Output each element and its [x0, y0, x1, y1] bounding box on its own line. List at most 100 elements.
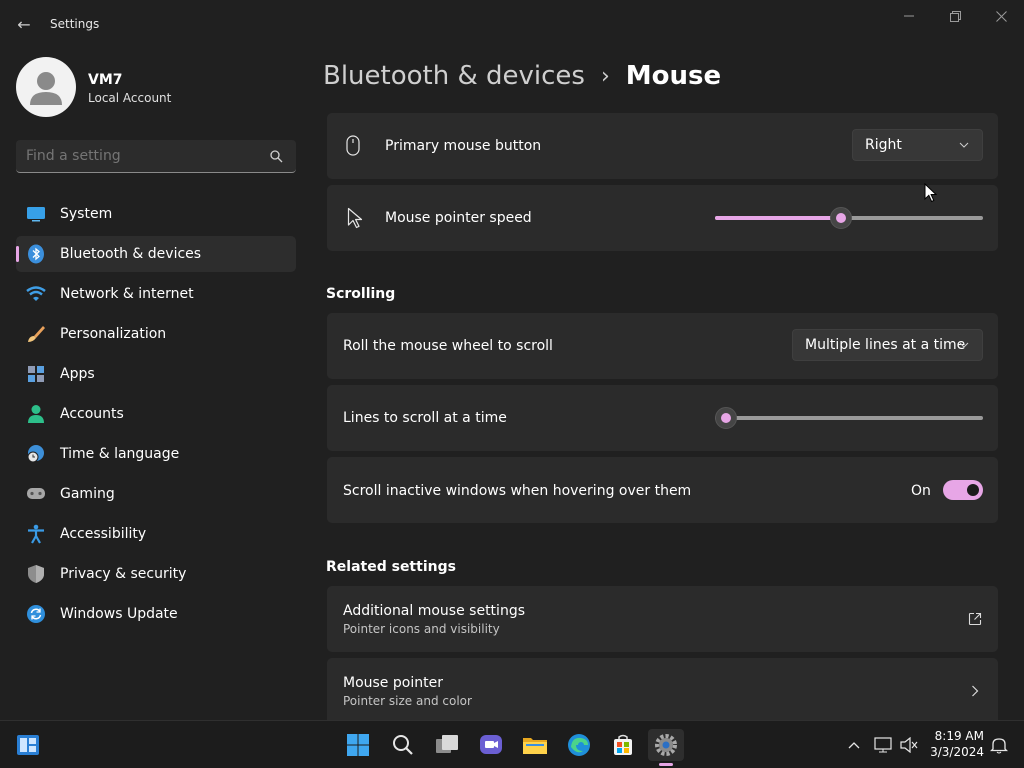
- restore-icon: [949, 10, 961, 22]
- brush-icon: [26, 324, 46, 344]
- windows-logo-icon: [347, 734, 369, 756]
- sidebar-item-privacy[interactable]: Privacy & security: [16, 556, 296, 592]
- scroll-inactive-label: Scroll inactive windows when hovering ov…: [343, 483, 692, 499]
- show-hidden-icons-button[interactable]: [840, 729, 868, 761]
- dropdown-value: Right: [865, 137, 902, 153]
- sidebar-item-label: Personalization: [60, 326, 167, 342]
- person-silhouette-icon: [30, 72, 62, 105]
- notification-bell-icon: [990, 738, 1008, 754]
- slider-track: [715, 416, 983, 420]
- sidebar-item-label: Windows Update: [60, 606, 178, 622]
- back-arrow-icon: ←: [17, 14, 31, 34]
- chevron-right-icon: [972, 685, 979, 697]
- sidebar-item-accessibility[interactable]: Accessibility: [16, 516, 296, 552]
- globe-clock-icon: [26, 444, 46, 464]
- sidebar-item-network[interactable]: Network & internet: [16, 276, 296, 312]
- scroll-inactive-card: Scroll inactive windows when hovering ov…: [327, 457, 998, 523]
- active-app-indicator: [659, 763, 673, 766]
- sidebar-item-windows-update[interactable]: Windows Update: [16, 596, 296, 632]
- search-input[interactable]: [26, 148, 256, 164]
- minimize-icon: [904, 15, 914, 17]
- avatar[interactable]: [16, 57, 76, 117]
- sidebar-item-gaming[interactable]: Gaming: [16, 476, 296, 512]
- folder-icon: [523, 738, 547, 754]
- close-button[interactable]: [978, 0, 1024, 32]
- profile-name: VM7: [88, 72, 123, 88]
- sidebar-item-label: Bluetooth & devices: [60, 246, 202, 262]
- apps-icon: [26, 364, 46, 384]
- shield-icon: [26, 564, 46, 584]
- roll-wheel-dropdown[interactable]: Multiple lines at a time: [792, 329, 983, 361]
- additional-mouse-settings-description: Pointer icons and visibility: [343, 622, 500, 636]
- file-explorer-button[interactable]: [517, 729, 553, 761]
- sidebar-item-label: Accounts: [60, 406, 124, 422]
- sidebar-item-label: Time & language: [60, 446, 180, 462]
- sidebar-item-system[interactable]: System: [16, 196, 296, 232]
- task-view-button[interactable]: [429, 729, 465, 761]
- scroll-inactive-toggle[interactable]: [943, 480, 983, 500]
- teams-chat-button[interactable]: [473, 729, 509, 761]
- sidebar-item-label: Accessibility: [60, 526, 147, 542]
- close-icon: [995, 10, 1007, 22]
- chevron-down-icon: [959, 142, 969, 148]
- search-box[interactable]: [16, 140, 296, 173]
- chevron-down-icon: [959, 342, 969, 348]
- pointer-speed-slider[interactable]: [715, 207, 983, 229]
- mouse-icon: [346, 135, 360, 156]
- chat-icon: [480, 735, 502, 754]
- taskbar: 8:19 AM 3/3/2024: [0, 720, 1024, 768]
- sidebar-item-accounts[interactable]: Accounts: [16, 396, 296, 432]
- sidebar-item-apps[interactable]: Apps: [16, 356, 296, 392]
- slider-thumb[interactable]: [715, 407, 737, 429]
- clock-time: 8:19 AM: [934, 729, 984, 743]
- update-icon: [26, 604, 46, 624]
- sidebar-item-personalization[interactable]: Personalization: [16, 316, 296, 352]
- start-button[interactable]: [340, 729, 376, 761]
- wifi-icon: [26, 284, 46, 304]
- notifications-button[interactable]: [986, 729, 1012, 761]
- pointer-arrow-icon: [347, 207, 363, 229]
- widgets-icon: [17, 735, 39, 755]
- settings-app-button[interactable]: [648, 729, 684, 766]
- chevron-up-icon: [848, 742, 860, 749]
- primary-mouse-button-card: Primary mouse button Right: [327, 113, 998, 179]
- store-button[interactable]: [605, 729, 641, 761]
- widgets-button[interactable]: [10, 729, 46, 761]
- pointer-speed-card: Mouse pointer speed: [327, 185, 998, 251]
- sidebar-item-time-language[interactable]: Time & language: [16, 436, 296, 472]
- sidebar-item-bluetooth[interactable]: Bluetooth & devices: [16, 236, 296, 272]
- slider-thumb[interactable]: [830, 207, 852, 229]
- back-button[interactable]: ←: [10, 10, 38, 38]
- breadcrumb-parent-link[interactable]: Bluetooth & devices: [323, 61, 585, 91]
- related-settings-title: Related settings: [326, 559, 456, 575]
- task-view-icon: [436, 735, 458, 753]
- breadcrumb-chevron-icon: ›: [600, 63, 610, 89]
- mouse-cursor-icon: [924, 183, 937, 203]
- sidebar-item-label: Gaming: [60, 486, 115, 502]
- additional-mouse-settings-link[interactable]: Additional mouse settings Pointer icons …: [327, 586, 998, 652]
- accessibility-icon: [26, 524, 46, 544]
- volume-button[interactable]: [896, 729, 922, 761]
- breadcrumb: Bluetooth & devices › Mouse: [323, 58, 721, 94]
- mouse-pointer-link[interactable]: Mouse pointer Pointer size and color: [327, 658, 998, 720]
- lines-to-scroll-slider[interactable]: [715, 407, 983, 429]
- slider-fill: [715, 216, 841, 220]
- network-status-button[interactable]: [870, 729, 896, 761]
- mouse-pointer-label: Mouse pointer: [343, 675, 443, 691]
- clock[interactable]: 8:19 AM 3/3/2024: [928, 728, 984, 760]
- gear-icon: [655, 734, 677, 756]
- selected-indicator: [16, 246, 19, 262]
- edge-button[interactable]: [561, 729, 597, 761]
- lines-to-scroll-label: Lines to scroll at a time: [343, 410, 507, 426]
- primary-mouse-button-dropdown[interactable]: Right: [852, 129, 983, 161]
- minimize-button[interactable]: [886, 0, 932, 32]
- restore-button[interactable]: [932, 0, 978, 32]
- roll-wheel-label: Roll the mouse wheel to scroll: [343, 338, 553, 354]
- bluetooth-icon: [26, 244, 46, 264]
- clock-date: 3/3/2024: [930, 745, 984, 759]
- external-link-icon: [968, 612, 982, 626]
- page-title: Mouse: [625, 61, 722, 91]
- search-button[interactable]: [385, 729, 421, 761]
- mouse-pointer-description: Pointer size and color: [343, 694, 472, 708]
- store-icon: [614, 734, 632, 755]
